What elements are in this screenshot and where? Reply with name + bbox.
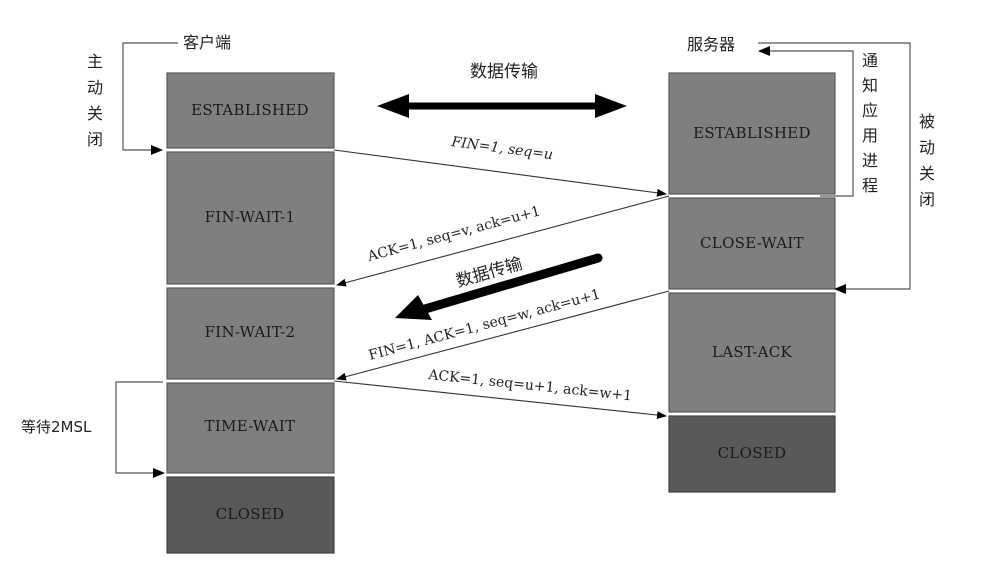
state-label: TIME-WAIT xyxy=(205,417,296,435)
state-label: CLOSED xyxy=(718,444,787,462)
svg-text:用: 用 xyxy=(862,126,878,145)
client-state-fin-wait-1: FIN-WAIT-1 xyxy=(166,151,335,285)
message-final-ack: ACK=1, seq=u+1, ack=w+1 xyxy=(333,367,667,420)
message-fin-ack: FIN=1, ACK=1, seq=w, ack=u+1 xyxy=(336,286,670,381)
server-title: 服务器 xyxy=(687,35,735,54)
arrow-left-icon xyxy=(377,94,409,118)
server-column: 服务器 ESTABLISHED CLOSE-WAIT LAST-ACK CLOS… xyxy=(668,35,935,493)
svg-text:主: 主 xyxy=(87,52,103,71)
svg-text:通: 通 xyxy=(862,51,878,70)
state-label: CLOSED xyxy=(216,505,285,523)
message-label: FIN=1, seq=u xyxy=(449,134,553,163)
message-label: ACK=1, seq=u+1, ack=w+1 xyxy=(427,367,633,404)
svg-text:关: 关 xyxy=(87,104,103,123)
svg-text:程: 程 xyxy=(862,176,878,195)
wait-2msl-bracket xyxy=(115,381,163,474)
svg-text:闭: 闭 xyxy=(87,130,103,149)
svg-text:动: 动 xyxy=(919,138,935,157)
arrow-head-icon xyxy=(758,46,770,56)
svg-text:闭: 闭 xyxy=(919,190,935,209)
svg-text:进: 进 xyxy=(862,151,878,170)
message-label: FIN=1, ACK=1, seq=w, ack=u+1 xyxy=(367,286,602,363)
client-title: 客户端 xyxy=(183,33,231,52)
server-state-last-ack: LAST-ACK xyxy=(668,292,836,413)
active-close-label: 主 动 关 闭 xyxy=(87,52,103,149)
svg-text:应: 应 xyxy=(862,101,878,120)
message-arrow xyxy=(336,290,670,381)
arrow-right-icon xyxy=(595,94,627,118)
message-fin: FIN=1, seq=u xyxy=(333,134,667,197)
state-label: FIN-WAIT-2 xyxy=(205,323,296,341)
notify-app-label: 通 知 应 用 进 程 xyxy=(862,51,878,195)
tcp-four-way-handshake-diagram: 客户端 ESTABLISHED FIN-WAIT-1 FIN-WAIT-2 TI… xyxy=(21,33,935,554)
data-transfer-bidirectional: 数据传输 xyxy=(377,62,627,118)
arrow-head-icon xyxy=(153,468,165,478)
state-label: ESTABLISHED xyxy=(191,101,309,119)
arrow-head-icon xyxy=(834,284,846,294)
client-state-closed: CLOSED xyxy=(166,476,335,554)
state-label: LAST-ACK xyxy=(712,343,793,361)
client-column: 客户端 ESTABLISHED FIN-WAIT-1 FIN-WAIT-2 TI… xyxy=(21,33,335,554)
state-label: CLOSE-WAIT xyxy=(700,234,804,252)
passive-close-label: 被 动 关 闭 xyxy=(919,112,935,209)
client-state-fin-wait-2: FIN-WAIT-2 xyxy=(166,287,335,380)
svg-text:动: 动 xyxy=(87,78,103,97)
client-state-established: ESTABLISHED xyxy=(166,72,335,149)
message-arrow xyxy=(333,149,667,197)
svg-text:知: 知 xyxy=(862,76,878,95)
data-transfer-label: 数据传输 xyxy=(470,62,538,82)
server-state-close-wait: CLOSE-WAIT xyxy=(668,197,836,290)
arrow-head-icon xyxy=(151,145,163,155)
server-state-established: ESTABLISHED xyxy=(668,72,836,195)
server-state-closed: CLOSED xyxy=(668,415,836,493)
client-state-time-wait: TIME-WAIT xyxy=(166,382,335,474)
svg-text:关: 关 xyxy=(919,164,935,183)
state-label: FIN-WAIT-1 xyxy=(205,208,296,226)
state-label: ESTABLISHED xyxy=(693,124,811,142)
wait-2msl-label: 等待2MSL xyxy=(21,418,92,436)
svg-text:被: 被 xyxy=(919,112,935,131)
